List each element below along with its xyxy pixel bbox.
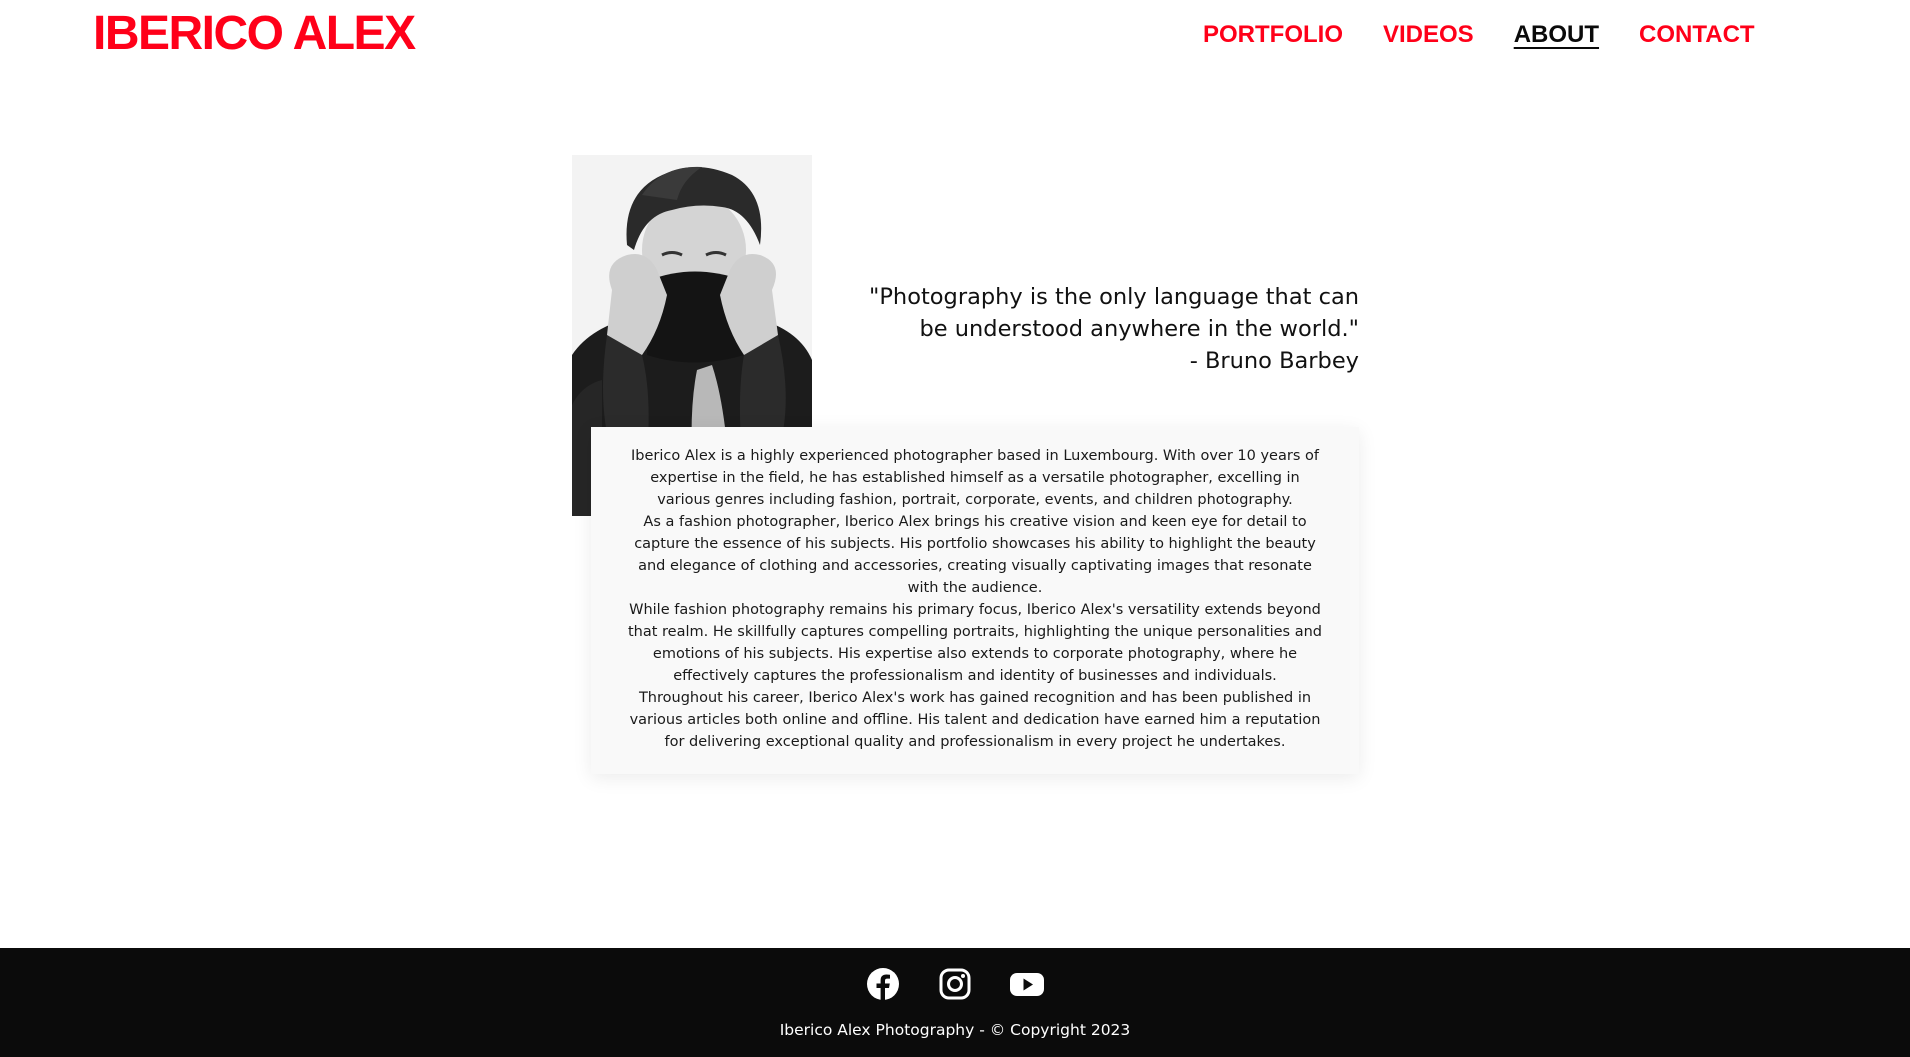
quote: "Photography is the only language that c…	[860, 281, 1359, 377]
facebook-icon[interactable]	[865, 966, 901, 1002]
bio-paragraph: Iberico Alex is a highly experienced pho…	[631, 448, 1319, 508]
social-links	[0, 966, 1910, 1002]
site-logo[interactable]: IBERICO ALEX	[93, 6, 416, 62]
bio-card: Iberico Alex is a highly experienced pho…	[591, 427, 1359, 774]
site-header: IBERICO ALEX PORTFOLIO VIDEOS ABOUT CONT…	[0, 0, 1910, 70]
nav-link-videos[interactable]: VIDEOS	[1383, 20, 1474, 50]
youtube-icon[interactable]	[1009, 966, 1045, 1002]
quote-author: - Bruno Barbey	[1189, 348, 1359, 374]
bio-paragraph: Throughout his career, Iberico Alex's wo…	[629, 690, 1321, 750]
nav-link-contact[interactable]: CONTACT	[1639, 20, 1755, 50]
nav-link-portfolio[interactable]: PORTFOLIO	[1203, 20, 1343, 50]
site-footer: Iberico Alex Photography - © Copyright 2…	[0, 948, 1910, 1057]
quote-line-1: "Photography is the only language that c…	[869, 284, 1359, 310]
nav-link-about[interactable]: ABOUT	[1514, 20, 1599, 50]
copyright-text: Iberico Alex Photography - © Copyright 2…	[779, 1021, 1131, 1039]
main-nav: PORTFOLIO VIDEOS ABOUT CONTACT	[1203, 20, 1755, 50]
quote-line-2: be understood anywhere in the world."	[919, 316, 1360, 342]
bio-paragraph: As a fashion photographer, Iberico Alex …	[634, 514, 1316, 596]
bio-paragraph: While fashion photography remains his pr…	[627, 602, 1323, 684]
instagram-icon[interactable]	[937, 966, 973, 1002]
